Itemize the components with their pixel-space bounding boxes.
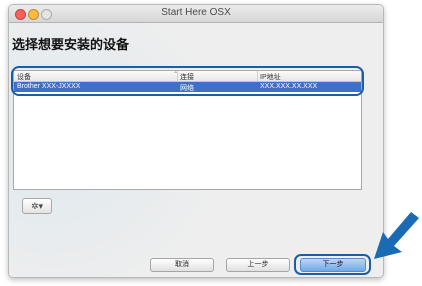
device-list-highlight <box>11 66 364 96</box>
arrow-pointer-icon <box>374 212 419 259</box>
back-button[interactable]: 上一步 <box>226 258 290 272</box>
cancel-button[interactable]: 取消 <box>150 258 214 272</box>
next-button-highlight <box>294 254 371 275</box>
page-title: 选择想要安装的设备 <box>12 37 130 52</box>
window-title: Start Here OSX <box>161 7 231 18</box>
gear-icon[interactable]: ✲▾ <box>22 198 52 214</box>
title-bar: Start Here OSX <box>9 5 383 23</box>
arrow-pointer-shape <box>374 212 419 259</box>
